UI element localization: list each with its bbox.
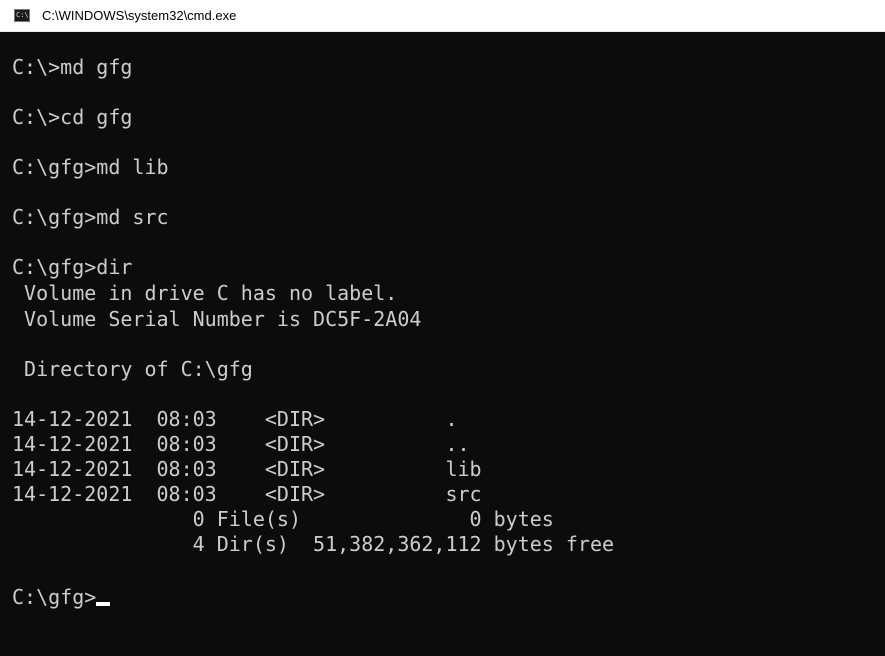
console-line: 14-12-2021 08:03 <DIR> .. [12, 432, 470, 456]
console-line: C:\gfg>md src [12, 205, 169, 229]
console-line: Directory of C:\gfg [12, 357, 253, 381]
cmd-window: C:\ C:\WINDOWS\system32\cmd.exe C:\>md g… [0, 0, 885, 656]
console-line: 14-12-2021 08:03 <DIR> . [12, 407, 458, 431]
console-line: 14-12-2021 08:03 <DIR> lib [12, 457, 482, 481]
prompt-line[interactable]: C:\gfg> [12, 584, 111, 610]
console-line: C:\gfg>dir [12, 255, 133, 279]
cmd-icon-glyph: C:\ [16, 11, 29, 19]
console-line: C:\>md gfg [12, 55, 133, 79]
text-cursor [96, 602, 111, 606]
console-line: 4 Dir(s) 51,382,362,112 bytes free [12, 532, 615, 556]
console-line: C:\>cd gfg [12, 105, 133, 129]
console-line: 14-12-2021 08:03 <DIR> src [12, 482, 482, 506]
window-title: C:\WINDOWS\system32\cmd.exe [42, 8, 237, 23]
title-bar[interactable]: C:\ C:\WINDOWS\system32\cmd.exe [0, 0, 885, 32]
prompt-text: C:\gfg> [12, 585, 97, 609]
console-line: C:\gfg>md lib [12, 155, 169, 179]
console-line: Volume in drive C has no label. [12, 281, 398, 305]
console-line: Volume Serial Number is DC5F-2A04 [12, 307, 422, 331]
console-output[interactable]: C:\>md gfg C:\>cd gfg C:\gfg>md lib C:\g… [0, 32, 885, 656]
console-line: 0 File(s) 0 bytes [12, 507, 554, 531]
cmd-icon: C:\ [14, 9, 30, 22]
